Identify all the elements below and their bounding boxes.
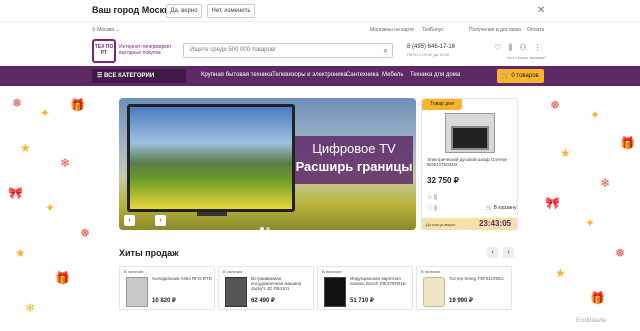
city-prompt-bar: Ваш город Москва? Да, верно Нет, изменит… (0, 0, 640, 22)
product-price: 19 990 ₽ (449, 298, 473, 304)
product-price: 10 820 ₽ (152, 298, 176, 304)
promo-slider[interactable]: Цифровое TV Расширь границы ‹ › (119, 98, 416, 230)
watermark: EcoMatarie (576, 318, 607, 324)
compare-icon[interactable]: ⫼ (434, 195, 437, 201)
city-selector[interactable]: ⚲ Москва ⌄ (92, 27, 120, 33)
heart-icon[interactable]: ♡ (427, 206, 432, 212)
city-yes-button[interactable]: Да, верно (166, 4, 202, 18)
user-icon[interactable]: ⚇ (519, 43, 526, 52)
dishwasher-image (225, 277, 247, 307)
compare-icon[interactable]: ⫼ (508, 43, 512, 52)
hits-title: Хиты продаж (119, 248, 179, 258)
phone-hours: Пн-Пт с 09:00 до 19:00 (407, 52, 450, 57)
festive-decoration-left: ❅ ✦ 🎁 ★ ❄ 🎀 ✦ ❅ ★ 🎁 ❄ (8, 96, 91, 315)
main-nav: ☰ ВСЕ КАТЕГОРИИ Крупная бытовая техника … (0, 66, 640, 86)
nav-item-electronics[interactable]: Телевизоры и электроника (272, 72, 347, 78)
product-card[interactable]: В наличии Встраиваемая посудомоечная маш… (218, 266, 314, 310)
oven-image (445, 113, 495, 153)
techbonus-link[interactable]: ТехБонус (422, 27, 444, 33)
product-card[interactable]: В наличии Холодильник Asko RFG RTD 10 82… (119, 266, 215, 310)
menu-icon: ☰ (97, 73, 105, 79)
product-name[interactable]: Холодильник Asko RFG RTD (152, 276, 212, 281)
shops-link[interactable]: Магазины на карте (370, 27, 414, 33)
product-price: 51 710 ₽ (350, 298, 374, 304)
nav-item-home[interactable]: Техника для дома (410, 72, 460, 78)
slider-dots[interactable] (260, 218, 272, 230)
cart-icon: 🛒 (486, 205, 494, 211)
product-actions: ☆ ⫼ (427, 194, 437, 202)
promo-subtitle: Расширь границы (295, 159, 413, 174)
festive-decoration-right: ❅ ✦ 🎁 ★ ❄ 🎀 ✦ ❅ ★ 🎁 (545, 98, 635, 305)
slider-prev-button[interactable]: ‹ (124, 215, 135, 226)
timer-label: До конца акции: (426, 222, 456, 227)
timer-value: 23:43:05 (478, 219, 511, 228)
close-icon[interactable]: ✕ (537, 5, 545, 16)
product-name[interactable]: Встраиваемая посудомоечная машина Jacky'… (251, 276, 311, 291)
product-price: 62 490 ₽ (251, 298, 275, 304)
stock-status: В наличии (124, 269, 144, 274)
compare-icon[interactable]: ⫼ (434, 206, 437, 212)
stock-status: В наличии (223, 269, 243, 274)
nav-item-appliances[interactable]: Крупная бытовая техника (201, 72, 272, 78)
pay-link[interactable]: Оплата (527, 27, 544, 33)
city-change-button[interactable]: Нет, изменить (207, 4, 255, 18)
slider-next-button[interactable]: › (155, 215, 166, 226)
top-links: ⚲ Москва ⌄ Магазины на карте ТехБонус По… (0, 24, 640, 36)
delivery-link[interactable]: Получение и доставка (469, 27, 521, 33)
product-name[interactable]: Электрический духовой шкаф Gorenje BO672… (427, 157, 515, 167)
order-status-link[interactable]: Что с моим заказом? (507, 55, 546, 60)
header: ТЕХ ПО РТ Интернет-гипермаркет выгодных … (0, 36, 640, 66)
toaster-image (423, 277, 445, 307)
promo-banner: Цифровое TV Расширь границы (295, 136, 413, 184)
hits-next-button[interactable]: › (503, 247, 514, 258)
more-icon[interactable]: ⋮ (534, 43, 542, 52)
product-action-icons: ♡ ⫼ (427, 205, 437, 213)
product-name[interactable]: Индукционная варочная панель Bosch PIE37… (350, 276, 410, 286)
add-to-cart-button[interactable]: 🛒 В корзину (486, 205, 516, 211)
favorite-icon[interactable]: ☆ (427, 195, 432, 201)
tv-image (127, 104, 295, 212)
product-of-day-badge: Товар дня (422, 99, 462, 110)
catalog-button[interactable]: ☰ ВСЕ КАТЕГОРИИ (92, 69, 186, 83)
product-price: 32 750 ₽ (427, 176, 459, 185)
promo-title: Цифровое TV (312, 141, 396, 156)
search-icon[interactable]: ⌕ (384, 46, 388, 56)
stock-status: В наличии (421, 269, 441, 274)
header-icons: ♡ ⫼ ⚇ ⋮ (494, 43, 547, 53)
stock-status: В наличии (322, 269, 342, 274)
logo[interactable]: ТЕХ ПО РТ (92, 39, 116, 63)
hits-prev-button[interactable]: ‹ (487, 247, 498, 258)
fridge-image (126, 277, 148, 307)
nav-item-plumbing[interactable]: Сантехника (346, 72, 379, 78)
phone-number[interactable]: 8 (495) 646-17-16 (407, 44, 455, 50)
logo-tagline: Интернет-гипермаркет выгодных покупок (119, 44, 172, 56)
search-input[interactable]: Ищите среди 500 000 товаров! ⌕ (183, 43, 393, 58)
promo-timer: До конца акции: 23:43:05 (422, 218, 517, 230)
product-of-day[interactable]: Товар дня Электрический духовой шкаф Gor… (421, 98, 518, 230)
product-card[interactable]: В наличии Индукционная варочная панель B… (317, 266, 413, 310)
product-name[interactable]: Тостер Smeg TSF01CREU (449, 276, 509, 281)
heart-icon[interactable]: ♡ (494, 43, 501, 52)
cart-button[interactable]: 🛒 0 товаров (497, 69, 544, 83)
cooktop-image (324, 277, 346, 307)
nav-item-furniture[interactable]: Мебель (382, 72, 403, 78)
product-card[interactable]: В наличии Тостер Smeg TSF01CREU 19 990 ₽ (416, 266, 512, 310)
